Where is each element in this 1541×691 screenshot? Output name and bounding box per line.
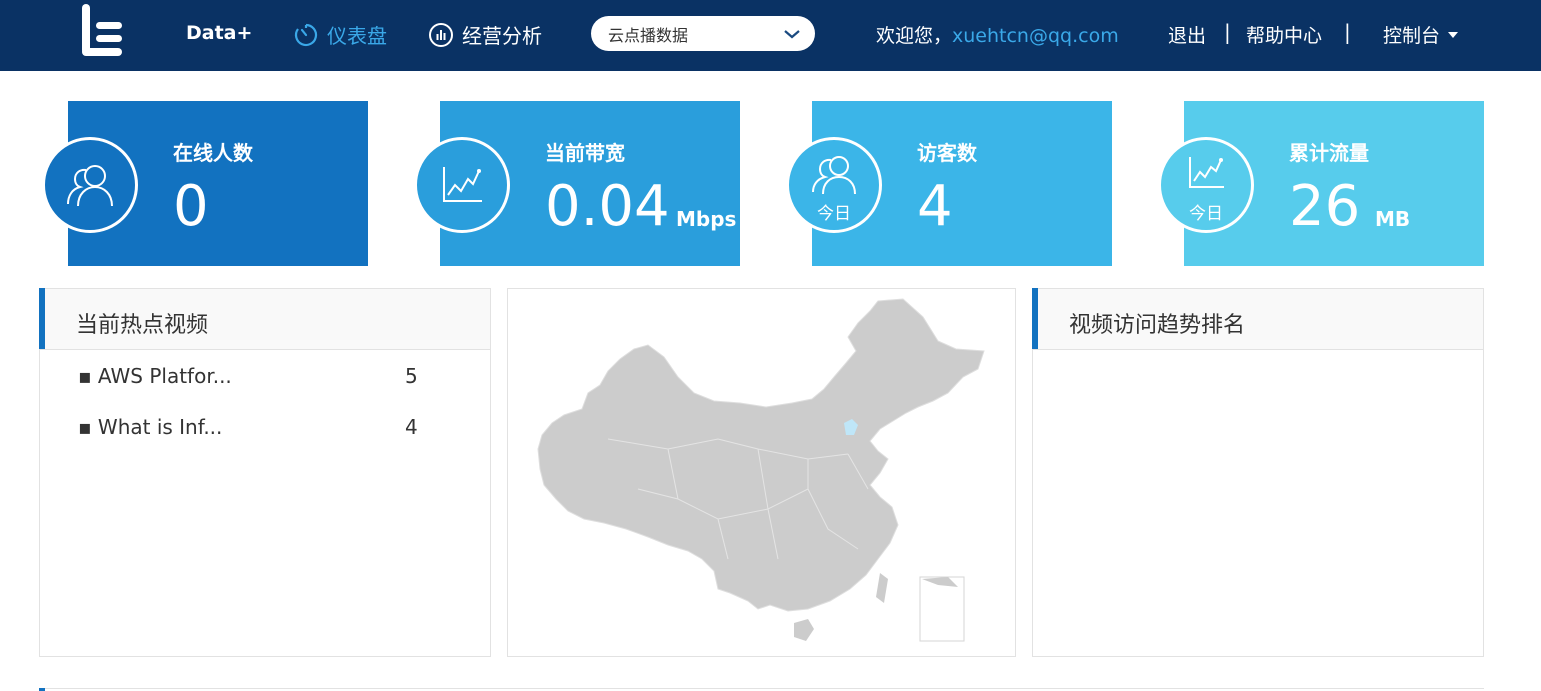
caret-down-icon [1448, 31, 1459, 38]
stat-unit: Mbps [676, 207, 737, 231]
top-nav-bar: Data+ 仪表盘 经营分析 云点播数据 欢迎您，xuehtcn@qq.com … [0, 0, 1541, 71]
video-trend-ranking-panel: 视频访问趋势排名 [1032, 288, 1484, 657]
users-today-icon-circle: 今日 [786, 137, 882, 233]
users-icon-circle [42, 137, 138, 233]
logout-link[interactable]: 退出 [1168, 21, 1206, 48]
taiwan-island[interactable] [876, 573, 888, 603]
line-chart-icon [1189, 157, 1224, 188]
video-count: 5 [405, 364, 418, 388]
console-label: 控制台 [1383, 25, 1441, 47]
welcome-text: 欢迎您，xuehtcn@qq.com [876, 21, 1119, 48]
chart-icon-circle [414, 137, 510, 233]
dashboard-gauge-icon [294, 23, 318, 46]
china-mainland-region[interactable] [537, 298, 985, 612]
chevron-down-icon [784, 29, 800, 38]
panel-header: 视频访问趋势排名 [1032, 288, 1483, 350]
console-menu[interactable]: 控制台 [1383, 21, 1459, 48]
stat-label: 访客数 [917, 141, 977, 165]
china-map-panel [507, 288, 1016, 657]
today-label: 今日 [1189, 204, 1223, 224]
stat-label: 在线人数 [173, 141, 253, 165]
nav-dashboard[interactable]: 仪表盘 [293, 20, 387, 49]
line-chart-icon [443, 167, 482, 202]
brand-label: Data+ [186, 22, 253, 44]
panel-title: 视频访问趋势排名 [1069, 313, 1246, 338]
stat-card-bandwidth: 当前带宽 0.04 Mbps [414, 101, 740, 266]
nav-business-analysis-label: 经营分析 [462, 24, 542, 48]
video-name: ▪ AWS Platfor... [78, 364, 232, 388]
chart-today-icon-circle: 今日 [1158, 137, 1254, 233]
data-source-select[interactable]: 云点播数据 [591, 16, 815, 51]
nav-separator: | [1344, 20, 1351, 44]
help-center-link[interactable]: 帮助中心 [1246, 21, 1322, 48]
nav-business-analysis[interactable]: 经营分析 [428, 20, 542, 49]
list-item[interactable]: ▪ What is Inf... 4 [78, 415, 418, 439]
logo-icon[interactable] [78, 4, 126, 62]
china-map[interactable] [508, 289, 1015, 656]
panel-title: 当前热点视频 [76, 313, 209, 338]
today-label: 今日 [817, 204, 851, 224]
stat-card-visitors: 今日 访客数 4 [786, 101, 1112, 266]
stat-card-online-users: 在线人数 0 [42, 101, 368, 266]
stat-label: 累计流量 [1289, 141, 1369, 165]
user-email: xuehtcn@qq.com [952, 25, 1119, 47]
video-count: 4 [405, 415, 418, 439]
bar-chart-circle-icon [429, 22, 453, 47]
welcome-label: 欢迎您， [876, 25, 953, 47]
users-icon [67, 165, 113, 207]
hot-videos-panel: 当前热点视频 ▪ AWS Platfor... 5 ▪ What is Inf.… [39, 288, 491, 657]
hainan-island[interactable] [794, 619, 814, 641]
list-item[interactable]: ▪ AWS Platfor... 5 [78, 364, 418, 388]
stat-value: 0.04 [545, 174, 670, 239]
nav-separator: | [1224, 20, 1231, 44]
nav-dashboard-label: 仪表盘 [327, 24, 387, 48]
stat-value: 26 [1289, 174, 1361, 239]
video-name: ▪ What is Inf... [78, 415, 223, 439]
stat-value: 4 [917, 174, 953, 239]
panel-header: 当前热点视频 [39, 288, 490, 350]
data-source-select-value: 云点播数据 [608, 25, 689, 45]
stat-unit: MB [1375, 207, 1411, 231]
stat-value: 0 [173, 174, 209, 239]
stat-label: 当前带宽 [545, 141, 625, 165]
users-icon [812, 156, 856, 195]
stat-card-total-traffic: 今日 累计流量 26 MB [1158, 101, 1484, 266]
